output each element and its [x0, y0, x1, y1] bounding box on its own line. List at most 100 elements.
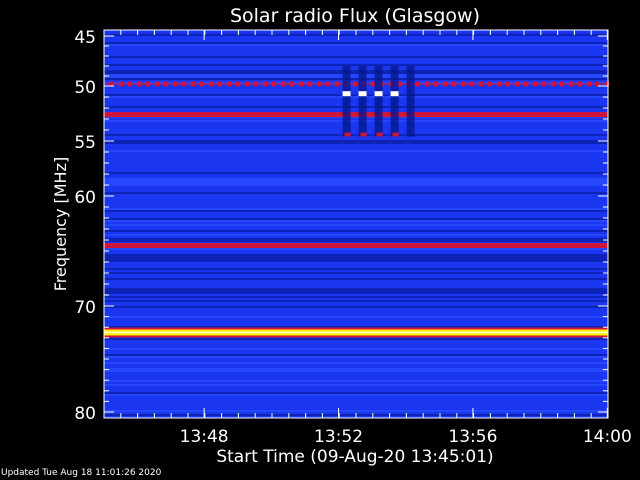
band-dot: [281, 81, 285, 87]
x-tick-label: 13:56: [448, 427, 497, 447]
y-tick-label: 50: [74, 78, 96, 98]
band-dot: [569, 81, 573, 87]
texture-stripe: [104, 290, 608, 292]
x-tick-label: 13:48: [180, 427, 229, 447]
burst-column: [358, 66, 367, 137]
band-dot: [227, 81, 231, 87]
texture-stripe: [104, 120, 608, 122]
texture-stripe: [104, 184, 608, 186]
texture-stripe: [104, 56, 608, 58]
x-tick-label: 13:52: [314, 427, 363, 447]
texture-stripe: [104, 178, 608, 180]
texture-stripe: [104, 74, 608, 76]
texture-stripe: [104, 384, 608, 386]
texture-stripe: [104, 94, 608, 96]
texture-stripe: [104, 380, 608, 382]
texture-stripe: [104, 258, 608, 260]
band-dot: [470, 81, 474, 87]
x-tick-label: 14:00: [583, 427, 632, 447]
band-dot: [236, 81, 240, 87]
band-dot: [272, 81, 276, 87]
burst-tail: [360, 132, 367, 137]
band-dot: [461, 81, 465, 87]
texture-stripe: [104, 140, 608, 142]
band-dot: [524, 81, 528, 87]
y-tick-label: 60: [74, 188, 96, 208]
texture-stripe: [104, 370, 608, 372]
texture-stripe: [104, 316, 608, 318]
band-dot: [497, 81, 501, 87]
updated-timestamp: Updated Tue Aug 18 11:01:26 2020: [1, 468, 162, 478]
y-axis-label: Frequency [MHz]: [51, 157, 70, 291]
texture-stripe: [104, 142, 608, 144]
band-dot: [263, 81, 267, 87]
band-dot: [533, 81, 537, 87]
band-dot: [398, 81, 402, 87]
texture-stripe: [104, 306, 608, 308]
texture-stripe: [104, 96, 608, 98]
band-red: [104, 243, 608, 248]
band-dot: [515, 81, 519, 87]
band-dot: [254, 81, 258, 87]
band-dot: [182, 81, 186, 87]
burst-column: [374, 66, 383, 137]
band-red: [104, 112, 608, 118]
texture-stripe: [104, 70, 608, 72]
texture-stripe: [104, 392, 608, 394]
texture-stripe: [104, 72, 608, 74]
band-dot: [245, 81, 249, 87]
band-dot: [137, 81, 141, 87]
band-dot: [488, 81, 492, 87]
texture-stripe: [104, 230, 608, 232]
band-dot: [587, 81, 591, 87]
texture-stripe: [104, 180, 608, 182]
texture-stripe: [104, 192, 608, 194]
texture-stripe: [104, 288, 608, 290]
band-dot: [308, 81, 312, 87]
texture-stripe: [104, 240, 608, 242]
texture-stripe: [104, 134, 608, 136]
band-dot: [506, 81, 510, 87]
burst-dash: [390, 91, 399, 97]
texture-stripe: [104, 338, 608, 340]
texture-stripe: [104, 348, 608, 350]
burst-dash: [342, 91, 351, 97]
band-dot: [542, 81, 546, 87]
texture-stripe: [104, 278, 608, 280]
burst-tail: [344, 132, 351, 137]
texture-stripe: [104, 300, 608, 302]
burst-column: [390, 66, 399, 137]
burst-dash: [374, 91, 383, 97]
band-dot: [326, 81, 330, 87]
band-dot: [299, 81, 303, 87]
band-dot: [155, 81, 159, 87]
band-dot: [416, 81, 420, 87]
texture-stripe: [104, 354, 608, 356]
chart-title: Solar radio Flux (Glasgow): [230, 5, 480, 27]
band-dot: [425, 81, 429, 87]
band-dot: [200, 81, 204, 87]
band-dot: [128, 81, 132, 87]
burst-tail: [376, 132, 383, 137]
band-dot: [164, 81, 168, 87]
band-dot: [371, 81, 375, 87]
texture-stripe: [104, 248, 608, 250]
texture-stripe: [104, 234, 608, 236]
texture-stripe: [104, 292, 608, 294]
texture-stripe: [104, 210, 608, 212]
band-dot: [209, 81, 213, 87]
texture-stripe: [104, 208, 608, 210]
band-dot: [119, 81, 123, 87]
band-dot: [146, 81, 150, 87]
band-dot: [578, 81, 582, 87]
y-tick-label: 80: [74, 404, 96, 424]
burst-column: [406, 66, 415, 137]
texture-stripe: [104, 260, 608, 262]
burst-column: [342, 66, 351, 137]
texture-stripe: [104, 362, 608, 364]
texture-stripe: [104, 64, 608, 66]
texture-stripe: [104, 106, 608, 108]
texture-stripe: [104, 410, 608, 412]
band-dot: [353, 81, 357, 87]
texture-stripe: [104, 256, 608, 258]
